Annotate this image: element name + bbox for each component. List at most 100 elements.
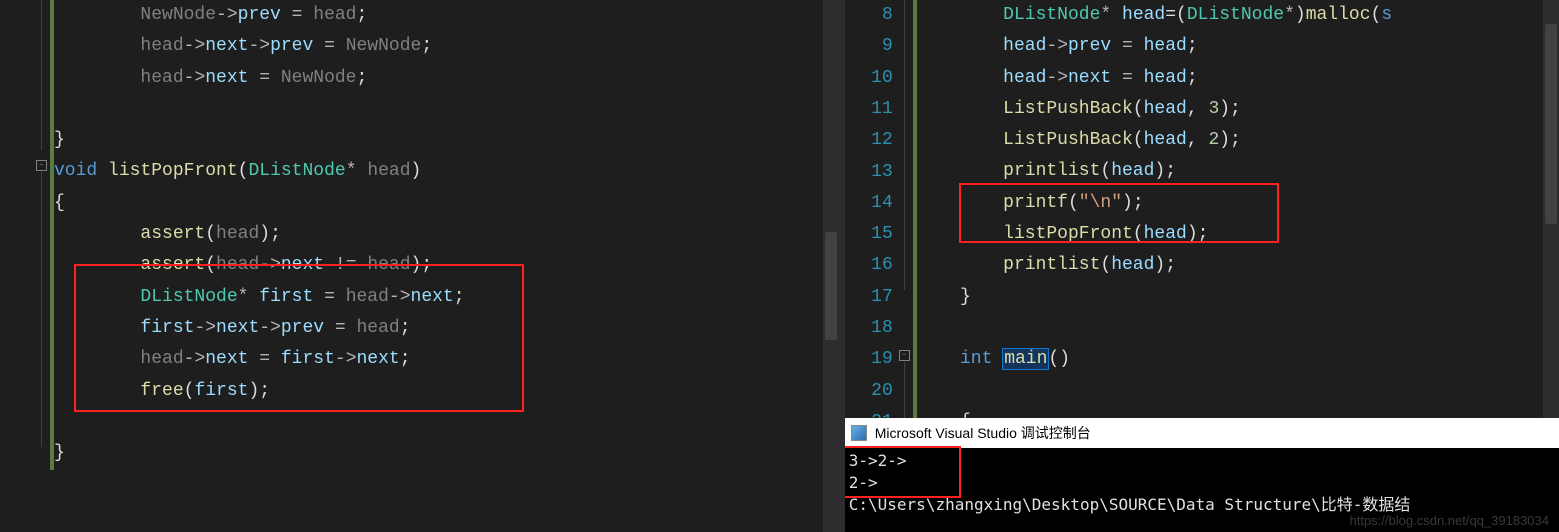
token: first (140, 318, 194, 338)
code-line[interactable]: assert(head); (54, 219, 839, 250)
token: ) (411, 161, 422, 181)
token: assert (140, 255, 205, 275)
token: ); (1187, 224, 1209, 244)
token (992, 349, 1003, 369)
console-icon (851, 425, 867, 441)
token: prev (281, 318, 324, 338)
token: ; (454, 287, 465, 307)
line-number: 15 (871, 224, 893, 244)
code-area-left[interactable]: NewNode->prev = head; head->next->prev =… (54, 0, 839, 532)
fold-toggle[interactable]: - (36, 160, 47, 171)
code-line[interactable]: DListNode* first = head->next; (54, 282, 839, 313)
code-line[interactable]: } (54, 125, 839, 156)
code-line[interactable]: head->prev = head; (917, 31, 1559, 62)
token: ); (259, 224, 281, 244)
token: ; (400, 318, 411, 338)
code-line[interactable]: head->next = head; (917, 63, 1559, 94)
token: ); (1219, 99, 1241, 119)
code-line[interactable]: assert(head->next != head); (54, 250, 839, 281)
token: head (367, 161, 410, 181)
code-line[interactable]: head->next = first->next; (54, 344, 839, 375)
token: "\n" (1079, 193, 1122, 213)
token: first (259, 287, 313, 307)
token: s (1381, 5, 1392, 25)
token: main (1003, 349, 1048, 369)
code-line[interactable]: NewNode->prev = head; (54, 0, 839, 31)
token: next (357, 349, 400, 369)
token: head (1144, 99, 1187, 119)
token: * (1284, 5, 1295, 25)
token: 2 (1208, 130, 1219, 150)
token: next (205, 349, 248, 369)
code-line[interactable] (54, 407, 839, 438)
token: printf (1003, 193, 1068, 213)
token: = (324, 318, 356, 338)
token: , (1187, 130, 1209, 150)
token: 3 (1208, 99, 1219, 119)
token: head (357, 318, 400, 338)
token (248, 287, 259, 307)
line-number: 14 (871, 193, 893, 213)
editor-pane-right[interactable]: 89101112131415161718192021 - DListNode* … (845, 0, 1559, 532)
console-titlebar[interactable]: Microsoft Visual Studio 调试控制台 (845, 418, 1559, 448)
editor-pane-left[interactable]: - NewNode->prev = head; head->next->prev… (0, 0, 839, 532)
token: -> (1046, 68, 1068, 88)
line-number: 16 (871, 255, 893, 275)
code-line[interactable]: int main() (917, 344, 1559, 375)
token: ) (1295, 5, 1306, 25)
token: ); (1154, 161, 1176, 181)
code-line[interactable] (917, 313, 1559, 344)
token: ); (1219, 130, 1241, 150)
code-line[interactable]: DListNode* head=(DListNode*)malloc(s (917, 0, 1559, 31)
token (357, 161, 368, 181)
token: next (281, 255, 324, 275)
code-line[interactable]: } (54, 438, 839, 469)
token: head (140, 36, 183, 56)
line-number: 20 (871, 381, 893, 401)
token: ( (1133, 99, 1144, 119)
code-line[interactable]: void listPopFront(DListNode* head) (54, 156, 839, 187)
code-line[interactable]: printlist(head); (917, 156, 1559, 187)
code-line[interactable] (917, 376, 1559, 407)
token: ( (238, 161, 249, 181)
token (1111, 5, 1122, 25)
token: head (1111, 255, 1154, 275)
token: -> (184, 68, 206, 88)
token: head (1003, 36, 1046, 56)
token: ; (400, 349, 411, 369)
token: ; (357, 5, 368, 25)
token: first (281, 349, 335, 369)
token: = (281, 5, 313, 25)
token: * (1100, 5, 1111, 25)
token: = (313, 36, 345, 56)
code-line[interactable]: head->next->prev = NewNode; (54, 31, 839, 62)
code-line[interactable]: ListPushBack(head, 3); (917, 94, 1559, 125)
code-line[interactable]: free(first); (54, 376, 839, 407)
token: ); (248, 381, 270, 401)
console-output[interactable]: 3->2-> 2-> C:\Users\zhangxing\Desktop\SO… (845, 448, 1559, 518)
code-line[interactable]: head->next = NewNode; (54, 63, 839, 94)
code-line[interactable]: printf("\n"); (917, 188, 1559, 219)
token: -> (194, 318, 216, 338)
token: -> (216, 5, 238, 25)
code-line[interactable]: first->next->prev = head; (54, 313, 839, 344)
token: printlist (1003, 255, 1100, 275)
token: first (194, 381, 248, 401)
token: ; (1187, 36, 1198, 56)
token: ; (357, 68, 368, 88)
line-number: 17 (871, 287, 893, 307)
code-line[interactable]: } (917, 282, 1559, 313)
scrollbar-left[interactable] (823, 0, 839, 532)
line-number: 19 (871, 349, 893, 369)
code-line[interactable]: { (54, 188, 839, 219)
code-line[interactable]: printlist(head); (917, 250, 1559, 281)
code-line[interactable] (54, 94, 839, 125)
token: ListPushBack (1003, 130, 1133, 150)
code-line[interactable]: listPopFront(head); (917, 219, 1559, 250)
token: head (140, 349, 183, 369)
token: head (140, 68, 183, 88)
token: DListNode (1003, 5, 1100, 25)
code-line[interactable]: ListPushBack(head, 2); (917, 125, 1559, 156)
token: DListNode (1187, 5, 1284, 25)
fold-toggle[interactable]: - (899, 350, 910, 361)
